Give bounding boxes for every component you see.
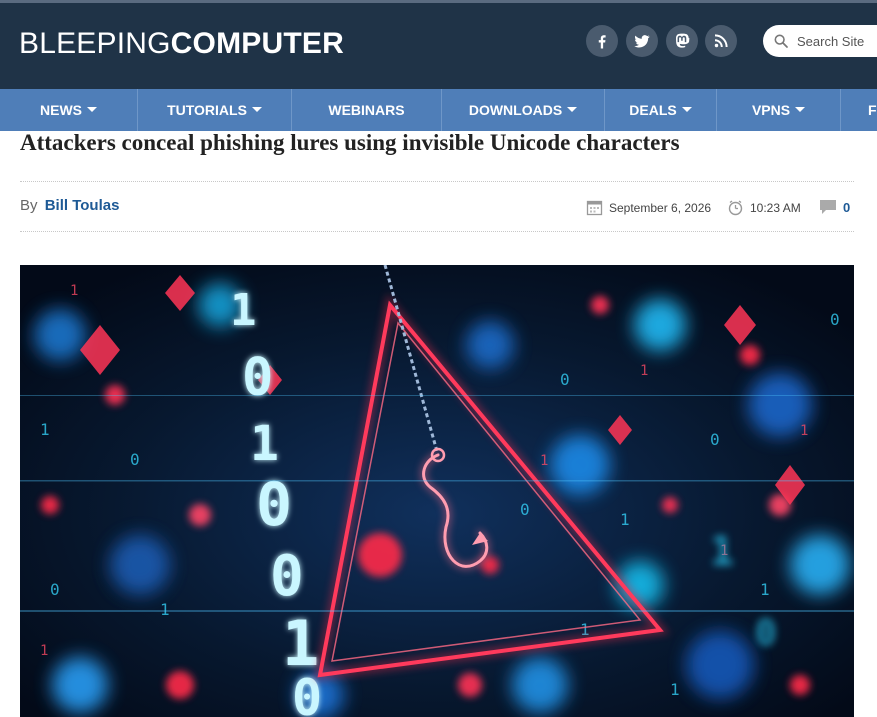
svg-text:0: 0 (130, 450, 140, 469)
logo-text-bold: COMPUTER (170, 27, 344, 60)
svg-text:1: 1 (40, 420, 50, 439)
svg-text:1: 1 (800, 423, 808, 439)
nav-item-webinars[interactable]: WEBINARS (292, 89, 442, 131)
nav-label: VPNS (751, 102, 791, 118)
nav-label: NEWS (40, 102, 82, 118)
svg-text:0: 0 (830, 310, 840, 329)
chevron-down-icon (87, 106, 97, 112)
time-text: 10:23 AM (750, 200, 801, 215)
chevron-down-icon (681, 106, 692, 112)
facebook-button[interactable] (586, 25, 618, 57)
article-title: Attackers conceal phishing lures using i… (20, 130, 680, 155)
date-text: September 6, 2026 (609, 200, 712, 215)
svg-text:1: 1 (70, 283, 78, 299)
logo-text-light: BLEEPING (19, 27, 171, 60)
facebook-icon (598, 35, 606, 49)
search-box[interactable] (763, 25, 877, 57)
svg-text:0: 0 (560, 370, 570, 389)
site-header: BLEEPINGCOMPUTER (0, 3, 877, 89)
calendar-icon (586, 200, 603, 216)
phishing-warning-illustration: 101 010 101 010 111 111 1 0 1 0 0 1 0 1 … (20, 265, 854, 717)
svg-text:0: 0 (710, 430, 720, 449)
svg-text:1: 1 (540, 453, 548, 469)
search-icon (774, 34, 788, 48)
svg-text:1: 1 (760, 580, 770, 599)
nav-item-deals[interactable]: DEALS (605, 89, 717, 131)
chevron-down-icon (795, 106, 806, 112)
chevron-down-icon (251, 106, 262, 112)
binary-digit: 1 (710, 529, 734, 575)
article-date: September 6, 2026 (586, 199, 711, 216)
divider (20, 231, 854, 232)
article-time: 10:23 AM (727, 199, 801, 216)
svg-text:1: 1 (640, 363, 648, 379)
svg-text:1: 1 (40, 643, 48, 659)
nav-item-vpns[interactable]: VPNS (717, 89, 841, 131)
divider (20, 181, 854, 182)
mastodon-icon (676, 33, 690, 48)
comments-link[interactable]: 0 (819, 199, 850, 215)
clock-icon (728, 200, 743, 216)
svg-text:1: 1 (620, 510, 630, 529)
binary-digit: 0 (755, 613, 777, 654)
comment-count: 0 (843, 199, 851, 215)
twitter-icon (634, 35, 650, 48)
nav-item-news[interactable]: NEWS (0, 89, 138, 131)
svg-text:1: 1 (160, 600, 170, 619)
chevron-down-icon (567, 106, 578, 112)
author-link[interactable]: Bill Toulas (45, 197, 120, 214)
nav-label: TUTORIALS (167, 102, 247, 118)
mastodon-button[interactable] (666, 25, 698, 57)
nav-label: F (868, 102, 877, 118)
twitter-button[interactable] (626, 25, 658, 57)
byline: By Bill Toulas (20, 197, 119, 214)
binary-digit: 1 (230, 285, 257, 336)
search-input[interactable] (797, 31, 877, 51)
main-nav: NEWS TUTORIALS WEBINARS DOWNLOADS DEALS … (0, 89, 877, 131)
nav-label: WEBINARS (328, 102, 405, 118)
byline-prefix: By (20, 197, 38, 214)
svg-text:0: 0 (520, 500, 530, 519)
svg-text:0: 0 (50, 580, 60, 599)
site-logo[interactable]: BLEEPINGCOMPUTER (19, 27, 344, 61)
nav-item-tutorials[interactable]: TUTORIALS (138, 89, 292, 131)
svg-text:1: 1 (670, 680, 680, 699)
nav-item-downloads[interactable]: DOWNLOADS (442, 89, 605, 131)
nav-label: DEALS (629, 102, 677, 118)
nav-item-more[interactable]: F (841, 89, 877, 131)
article-hero-image: 101 010 101 010 111 111 1 0 1 0 0 1 0 1 … (20, 265, 854, 717)
rss-icon (714, 34, 728, 48)
binary-digit: 0 (270, 544, 304, 609)
comment-icon (820, 200, 836, 214)
rss-button[interactable] (705, 25, 737, 57)
nav-label: DOWNLOADS (468, 102, 563, 118)
binary-digit: 0 (242, 348, 273, 408)
binary-digit: 1 (250, 416, 279, 472)
